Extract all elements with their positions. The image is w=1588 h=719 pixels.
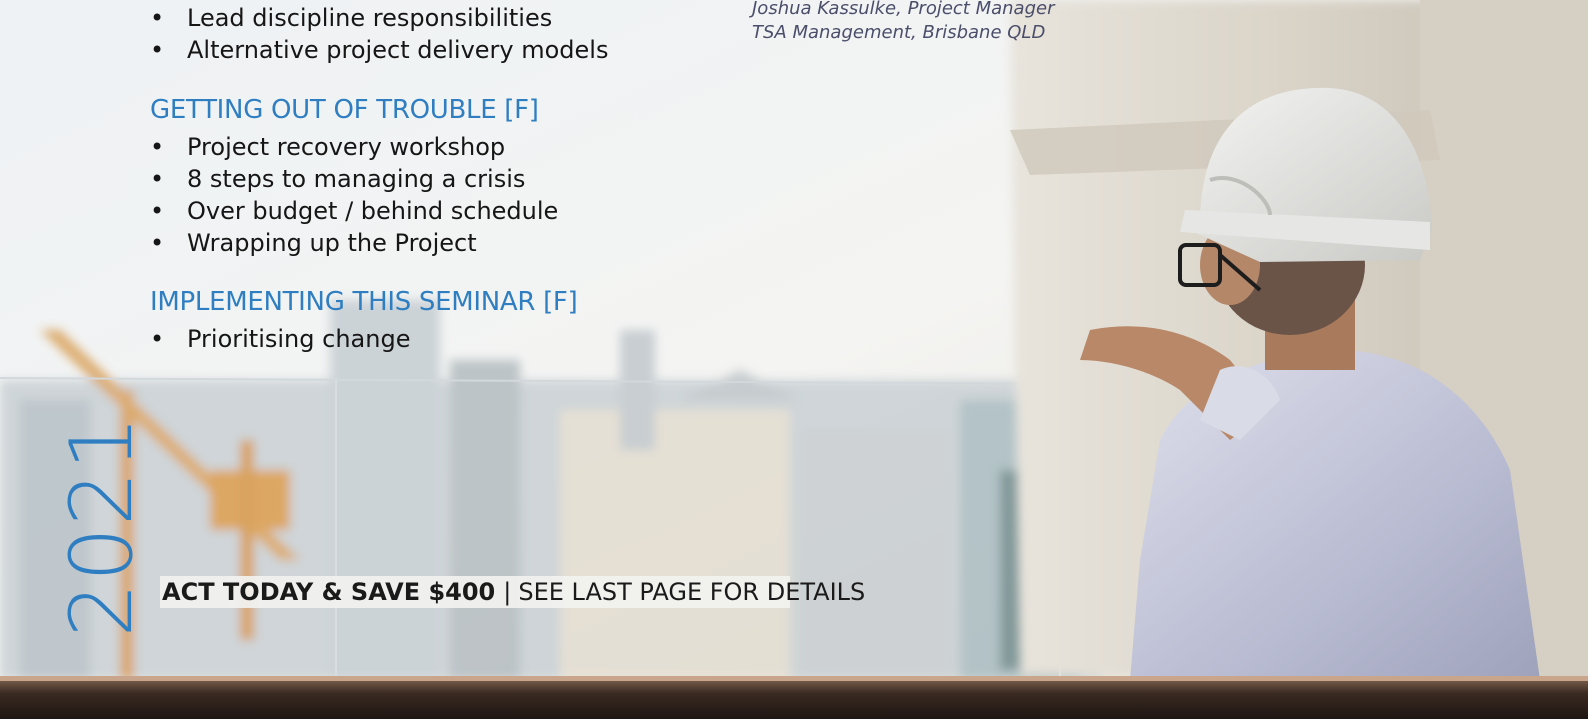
testimonial-org: TSA Management, Brisbane QLD [752, 22, 1046, 43]
section2-heading: GETTING OUT OF TROUBLE [F] [150, 95, 539, 125]
section3-heading: IMPLEMENTING THIS SEMINAR [F] [150, 287, 578, 317]
list-item: Project recovery workshop [150, 131, 558, 163]
section3-list: Prioritising change [150, 323, 410, 355]
list-item: Prioritising change [150, 323, 410, 355]
cta-banner: ACT TODAY & SAVE $400 | SEE LAST PAGE FOR … [160, 576, 865, 608]
list-item: Lead discipline responsibilities [150, 2, 608, 34]
testimonial-author: Joshua Kassulke, Project Manager [752, 0, 1055, 19]
list-item: Over budget / behind schedule [150, 195, 558, 227]
cta-separator: | [503, 578, 512, 606]
list-item: Alternative project delivery models [150, 34, 608, 66]
list-item: Wrapping up the Project [150, 227, 558, 259]
year-label: 2021 [52, 414, 152, 638]
cta-details-text: SEE LAST PAGE FOR DETAILS [518, 578, 866, 606]
brochure-page: Lead discipline responsibilities Alterna… [0, 0, 1588, 719]
section1-list: Lead discipline responsibilities Alterna… [150, 2, 608, 66]
cta-bold-text: ACT TODAY & SAVE $400 [162, 578, 496, 606]
section2-list: Project recovery workshop 8 steps to man… [150, 131, 558, 259]
list-item: 8 steps to managing a crisis [150, 163, 558, 195]
